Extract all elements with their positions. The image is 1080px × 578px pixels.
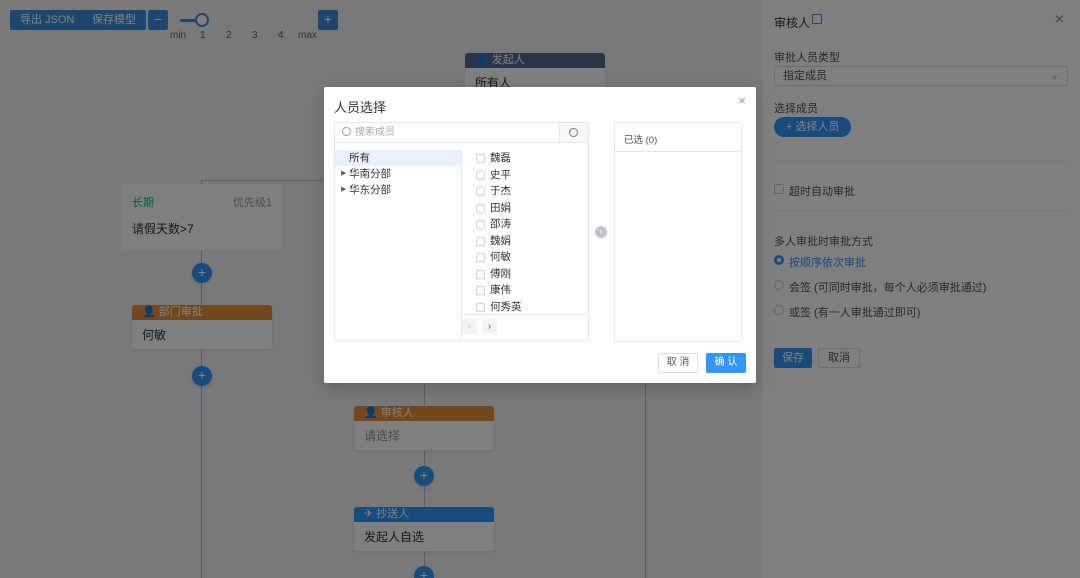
member-name: 邵涛: [490, 218, 511, 230]
member-checkbox[interactable]: [476, 253, 485, 262]
member-checkbox[interactable]: [476, 220, 485, 229]
member-checkbox[interactable]: [476, 170, 485, 180]
selected-count: 已选 (0): [615, 123, 741, 152]
selected-members-panel: 已选 (0): [614, 122, 742, 342]
member-checkbox[interactable]: [476, 187, 485, 196]
member-name: 田娟: [490, 201, 511, 214]
member-list: 魏磊 史平 于杰 田娟 邵涛 魏娟 何敏 傅刚 康伟 何秀英: [462, 150, 588, 314]
member-name: 于杰: [490, 185, 511, 197]
member-browser-panel: 所有 ▶ 华南分部 ▶ 华东分部 魏磊 史平 于杰 田娟 邵涛 魏娟 何敏 傅刚…: [334, 122, 589, 341]
member-name: 康伟: [490, 284, 511, 296]
transfer-right-button[interactable]: ›: [595, 226, 607, 238]
tree-item-south-branch[interactable]: ▶ 华南分部: [335, 166, 461, 182]
tree-item-all[interactable]: 所有: [335, 150, 461, 166]
caret-right-icon[interactable]: ▶: [341, 166, 346, 182]
next-page-button[interactable]: ›: [482, 319, 497, 334]
member-checkbox[interactable]: [476, 302, 485, 312]
member-checkbox[interactable]: [476, 269, 485, 279]
tree-item-east-branch[interactable]: ▶ 华东分部: [335, 182, 461, 198]
member-checkbox[interactable]: [476, 154, 485, 163]
search-button[interactable]: [560, 123, 588, 143]
member-picker-dialog: 人员选择 × 所有 ▶ 华南分部 ▶ 华东分部 魏磊 史平 于杰: [324, 87, 756, 383]
dialog-confirm-button[interactable]: 确 认: [706, 353, 746, 373]
member-search-field[interactable]: [335, 123, 560, 143]
member-name: 何秀英: [490, 300, 522, 313]
dialog-title: 人员选择: [334, 100, 387, 115]
dialog-cancel-button[interactable]: 取 消: [658, 353, 698, 373]
prev-page-button[interactable]: ‹: [462, 319, 477, 334]
member-pager: ‹ ›: [462, 314, 588, 340]
member-name: 史平: [490, 168, 511, 181]
tree-item-label: 华东分部: [349, 184, 391, 196]
search-icon: [342, 127, 351, 136]
member-checkbox[interactable]: [476, 203, 485, 213]
member-name: 魏娟: [490, 234, 511, 247]
member-checkbox[interactable]: [476, 236, 485, 246]
member-search-input[interactable]: [355, 125, 550, 140]
tree-item-label: 所有: [349, 152, 370, 164]
member-checkbox[interactable]: [476, 286, 485, 295]
close-icon[interactable]: ×: [738, 93, 746, 108]
tree-item-label: 华南分部: [349, 168, 391, 180]
search-icon: [569, 128, 578, 137]
member-name: 何敏: [490, 251, 511, 263]
member-name: 傅刚: [490, 267, 511, 280]
department-tree: 所有 ▶ 华南分部 ▶ 华东分部: [335, 150, 462, 340]
caret-right-icon[interactable]: ▶: [341, 182, 346, 198]
member-name: 魏磊: [490, 152, 511, 164]
